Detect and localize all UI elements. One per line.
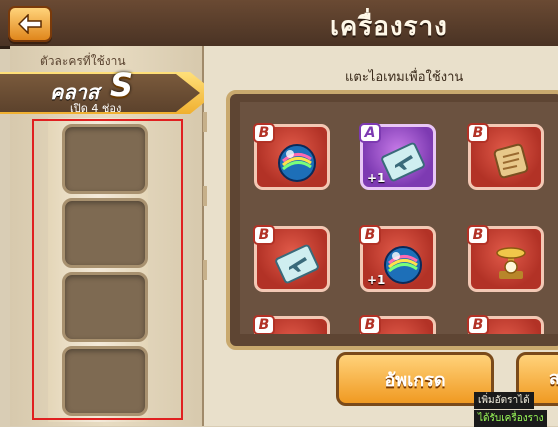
grade-badge: B [467, 225, 489, 245]
upgrade-button[interactable]: อัพเกรด [336, 352, 494, 406]
highlight-outline [32, 119, 183, 420]
scale-icon [489, 331, 533, 334]
page-title: เครื่องราง [330, 12, 448, 42]
blue-orb-icon [278, 144, 316, 182]
back-button[interactable] [8, 6, 52, 42]
charm-item[interactable]: B [467, 123, 544, 190]
flight-ticket-icon [381, 142, 425, 182]
grade-badge: B [253, 123, 275, 143]
charm-item[interactable]: B [467, 315, 544, 334]
grade-badge: B [253, 315, 275, 334]
scale-icon [496, 247, 526, 279]
scroll-icon [493, 143, 529, 179]
blue-orb-icon [275, 331, 319, 334]
grade-badge: B [467, 123, 489, 143]
slots-open-label: เปิด 4 ช่อง [70, 102, 122, 115]
blue-orb-icon [384, 246, 422, 284]
scroll-marker [203, 260, 207, 280]
plus-level: +1 [367, 273, 386, 287]
tip-line-2: ได้รับเครื่องราง [474, 410, 548, 427]
tip-line-1: เพิ่มอัตราได้ [474, 392, 534, 409]
tap-item-hint: แตะไอเทมเพื่อใช้งาน [345, 70, 464, 85]
charm-item[interactable]: A +1 [359, 123, 436, 190]
charm-item[interactable]: B +1 [359, 225, 436, 292]
item-grid: B A +1 B B B +1 B B B B [240, 102, 558, 334]
charm-item[interactable]: B [253, 225, 330, 292]
grade-badge: B [253, 225, 275, 245]
top-bar: เครื่องราง [0, 0, 558, 49]
back-arrow-icon [18, 14, 42, 34]
scroll-marker [203, 112, 207, 132]
charm-item[interactable]: B [359, 315, 436, 334]
grade-badge: B [467, 315, 489, 334]
charm-item[interactable]: B [253, 315, 330, 334]
scale-icon [381, 331, 425, 334]
charm-item[interactable]: B [467, 225, 544, 292]
grade-badge: A [359, 123, 381, 143]
charm-item[interactable]: B [253, 123, 330, 190]
grade-badge: B [359, 225, 381, 245]
scroll-marker [203, 186, 207, 206]
plus-level: +1 [367, 171, 386, 185]
flight-ticket-icon [275, 244, 319, 284]
grade-badge: B [359, 315, 381, 334]
